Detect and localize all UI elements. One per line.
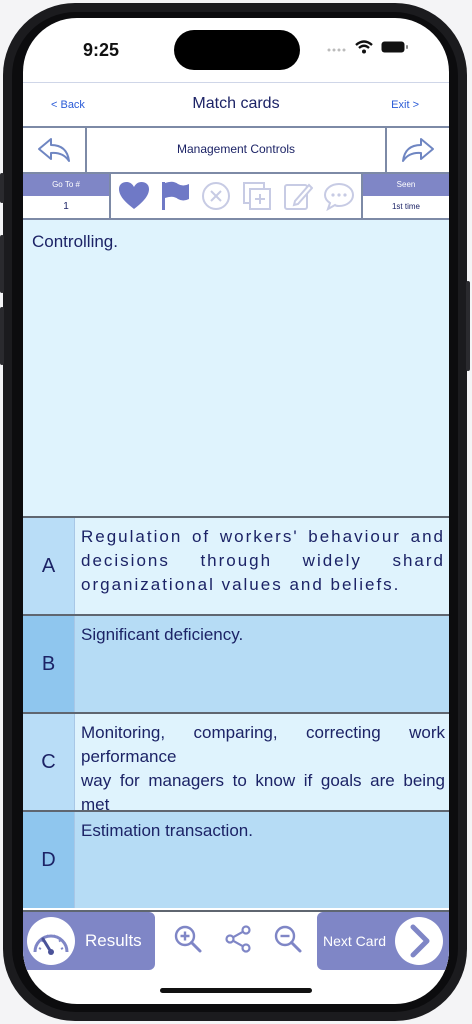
answer-letter: A	[23, 518, 75, 614]
next-card-button[interactable]: Next Card	[317, 912, 449, 970]
goto-box[interactable]: Go To # 1	[23, 174, 111, 218]
status-icons	[327, 40, 409, 54]
edit-icon	[283, 183, 313, 210]
battery-icon	[381, 41, 408, 53]
answer-option-a[interactable]: A Regulation of workers' behaviour and d…	[23, 516, 449, 614]
bottom-bar: Results Next Card	[23, 910, 449, 970]
question-text: Controlling.	[32, 232, 118, 251]
remove-button[interactable]	[199, 179, 233, 213]
close-circle-icon	[201, 182, 230, 210]
status-time: 9:25	[83, 40, 120, 60]
app-screen: 9:25 < Back Match cards Exit > Managemen…	[23, 18, 449, 1004]
zoom-out-icon	[274, 925, 302, 952]
add-note-icon	[242, 182, 271, 210]
reply-arrow-icon	[38, 138, 70, 162]
navigation-bar: < Back Match cards Exit >	[23, 82, 449, 128]
status-bar: 9:25	[23, 18, 449, 82]
zoom-out-button[interactable]	[273, 924, 303, 959]
chat-icon	[323, 182, 354, 211]
answer-list: A Regulation of workers' behaviour and d…	[23, 516, 449, 908]
seen-box: Seen 1st time	[361, 174, 449, 218]
question-panel: Controlling.	[23, 220, 449, 516]
answer-text: Estimation transaction.	[81, 821, 253, 840]
answer-option-b[interactable]: B Significant deficiency.	[23, 614, 449, 712]
answer-option-d[interactable]: D Estimation transaction.	[23, 810, 449, 908]
goto-value[interactable]: 1	[23, 196, 109, 218]
zoom-in-button[interactable]	[173, 924, 203, 959]
answer-text: Monitoring, comparing, correcting work p…	[81, 723, 445, 810]
heart-icon	[118, 182, 149, 209]
dynamic-island	[174, 30, 300, 70]
tool-icons	[111, 174, 361, 218]
page-title: Match cards	[192, 95, 280, 112]
gauge-icon	[27, 917, 75, 965]
answer-text: Regulation of workers' behaviour and dec…	[81, 527, 445, 594]
share-icon	[225, 924, 251, 953]
next-card-label: Next Card	[323, 933, 387, 949]
zoom-share-tools	[163, 912, 313, 970]
next-topic-button[interactable]	[385, 128, 449, 172]
answer-letter: C	[23, 714, 75, 810]
forward-arrow-icon	[402, 138, 434, 162]
action-button	[0, 173, 4, 203]
add-note-button[interactable]	[240, 179, 274, 213]
signal-icon	[327, 48, 346, 52]
volume-down-button	[0, 307, 4, 365]
edit-button[interactable]	[281, 179, 315, 213]
chevron-right-icon	[395, 917, 443, 965]
power-button	[466, 281, 470, 371]
comment-button[interactable]	[322, 179, 356, 213]
seen-header: Seen	[363, 174, 449, 196]
previous-card-button[interactable]	[23, 128, 87, 172]
share-button[interactable]	[223, 924, 253, 959]
volume-up-button	[0, 235, 4, 293]
topic-title: Management Controls	[176, 142, 296, 156]
results-label: Results	[85, 931, 142, 950]
answer-option-c[interactable]: C Monitoring, comparing, correcting work…	[23, 712, 449, 810]
answer-letter: D	[23, 812, 75, 908]
zoom-in-icon	[174, 925, 202, 952]
answer-text: Significant deficiency.	[81, 625, 244, 644]
exit-button[interactable]: Exit >	[391, 99, 419, 111]
seen-value: 1st time	[391, 202, 420, 211]
topic-bar: Management Controls	[23, 128, 449, 174]
flag-icon	[161, 181, 189, 210]
home-indicator[interactable]	[160, 988, 312, 993]
goto-header: Go To #	[23, 174, 109, 196]
answer-letter: B	[23, 616, 75, 712]
wifi-icon	[355, 40, 373, 54]
card-toolbar: Go To # 1 Seen 1st time	[23, 174, 449, 220]
favorite-button[interactable]	[117, 179, 151, 213]
results-button[interactable]: Results	[23, 912, 155, 970]
flag-button[interactable]	[158, 179, 192, 213]
